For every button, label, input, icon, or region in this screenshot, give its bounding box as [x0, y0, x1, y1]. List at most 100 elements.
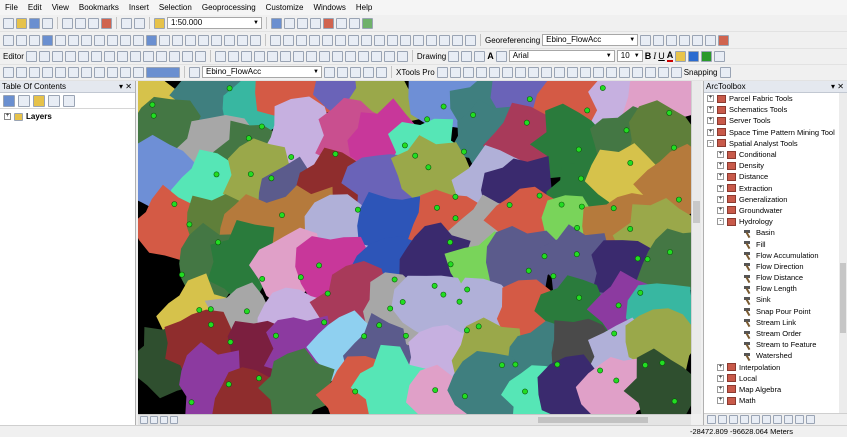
find-route-icon[interactable]: [211, 34, 222, 46]
draw-tool-icon[interactable]: [279, 50, 291, 62]
rectangle-icon[interactable]: [474, 50, 486, 62]
xtools-tool-icon[interactable]: [514, 66, 526, 78]
expand-icon[interactable]: +: [707, 117, 714, 125]
layout-tool-icon[interactable]: [133, 66, 144, 78]
xtools-tool-icon[interactable]: [488, 66, 500, 78]
layers-node[interactable]: + Layers: [0, 109, 135, 121]
scrollbar-thumb[interactable]: [840, 263, 846, 333]
georef-layer-combo[interactable]: Ebino_FlowAcc ▼: [542, 34, 639, 46]
toc-options-icon[interactable]: [63, 94, 75, 107]
georef-shift-icon[interactable]: [653, 34, 665, 46]
georef-tool-icon[interactable]: [465, 34, 476, 46]
layer-tool-icon[interactable]: [324, 66, 335, 78]
toolbox-tool-item[interactable]: Flow Direction: [704, 261, 847, 272]
georef-tool-icon[interactable]: [439, 34, 450, 46]
print-icon[interactable]: [42, 17, 53, 29]
back-extent-icon[interactable]: [81, 34, 92, 46]
xtools-tool-icon[interactable]: [475, 66, 487, 78]
python-icon[interactable]: [336, 17, 347, 29]
georef-tool-icon[interactable]: [283, 34, 294, 46]
paste-icon[interactable]: [88, 17, 99, 29]
sketch-properties-icon[interactable]: [181, 50, 193, 62]
toolbox-scrollbar[interactable]: [839, 93, 847, 413]
georef-tool-icon[interactable]: [322, 34, 333, 46]
marker-color-icon[interactable]: [701, 50, 713, 62]
font-color-button[interactable]: A: [666, 50, 674, 62]
list-by-drawing-order-icon[interactable]: [3, 94, 15, 107]
rotate-element-icon[interactable]: [461, 50, 473, 62]
expand-icon[interactable]: +: [717, 206, 724, 214]
toolbox-node[interactable]: + Parcel Fabric Tools: [704, 93, 847, 104]
edit-text-icon[interactable]: [495, 50, 507, 62]
map-vertical-scrollbar[interactable]: [691, 81, 701, 414]
layout-tool-icon[interactable]: [120, 66, 131, 78]
georef-table-icon[interactable]: [692, 34, 704, 46]
toolbox-node[interactable]: + Math: [704, 395, 847, 406]
editor-menu[interactable]: Editor: [3, 52, 24, 61]
xtools-tool-icon[interactable]: [527, 66, 539, 78]
toolbox-tool-item[interactable]: Stream Order: [704, 328, 847, 339]
expand-icon[interactable]: +: [4, 113, 11, 120]
toolbox-node[interactable]: + Local: [704, 373, 847, 384]
dock-tab-icon[interactable]: [751, 415, 760, 424]
toolbox-node[interactable]: + Map Algebra: [704, 384, 847, 395]
toolbox-tool-item[interactable]: Flow Distance: [704, 272, 847, 283]
scrollbar-thumb[interactable]: [693, 201, 700, 223]
color-swatch-icon[interactable]: [146, 66, 180, 78]
georef-rotate-icon[interactable]: [640, 34, 652, 46]
xtools-tool-icon[interactable]: [566, 66, 578, 78]
layer-tool-icon[interactable]: [337, 66, 348, 78]
draw-text-button[interactable]: A: [487, 51, 494, 61]
time-slider-icon[interactable]: [237, 34, 248, 46]
draw-tool-icon[interactable]: [396, 50, 408, 62]
xtools-tool-icon[interactable]: [553, 66, 565, 78]
xtools-tool-icon[interactable]: [644, 66, 656, 78]
list-by-visibility-icon[interactable]: [33, 94, 45, 107]
georef-tool-icon[interactable]: [452, 34, 463, 46]
edit-vertices-icon[interactable]: [103, 50, 115, 62]
add-data-icon[interactable]: [154, 17, 165, 29]
point-icon[interactable]: [90, 50, 102, 62]
expand-icon[interactable]: +: [717, 162, 724, 170]
edit-annotation-icon[interactable]: [38, 50, 50, 62]
scrollbar-thumb[interactable]: [538, 417, 648, 423]
xtools-tool-icon[interactable]: [631, 66, 643, 78]
zoom-out-icon[interactable]: [16, 34, 27, 46]
expand-icon[interactable]: +: [717, 397, 724, 405]
pause-drawing-icon[interactable]: [170, 416, 178, 424]
font-size-combo[interactable]: 10 ▼: [616, 50, 643, 62]
georef-tool-icon[interactable]: [400, 34, 411, 46]
forward-extent-icon[interactable]: [94, 34, 105, 46]
toolbox-node[interactable]: - Hydrology: [704, 216, 847, 227]
expand-icon[interactable]: +: [717, 195, 724, 203]
redo-icon[interactable]: [134, 17, 145, 29]
panel-controls[interactable]: ▾ ✕: [119, 81, 132, 93]
georeferencing-menu[interactable]: Georeferencing: [485, 36, 540, 45]
model-builder-icon[interactable]: [349, 17, 360, 29]
map-horizontal-scrollbar[interactable]: [138, 414, 691, 425]
expand-icon[interactable]: +: [717, 363, 724, 371]
xtools-tool-icon[interactable]: [605, 66, 617, 78]
snapping-menu[interactable]: Snapping: [684, 68, 718, 77]
georef-tool-icon[interactable]: [387, 34, 398, 46]
toolbox-node[interactable]: + Density: [704, 160, 847, 171]
create-features-icon[interactable]: [194, 50, 206, 62]
shadow-color-icon[interactable]: [714, 50, 726, 62]
toolbox-tool-item[interactable]: Stream Link: [704, 317, 847, 328]
collapse-icon[interactable]: -: [707, 139, 714, 147]
catalog-icon[interactable]: [297, 17, 308, 29]
clear-selection-icon[interactable]: [120, 34, 131, 46]
panel-controls[interactable]: ▾ ✕: [831, 81, 844, 93]
georef-viewer-icon[interactable]: [705, 34, 717, 46]
layout-tool-icon[interactable]: [29, 66, 40, 78]
dock-tab-icon[interactable]: [795, 415, 804, 424]
menu-windows[interactable]: Windows: [313, 3, 345, 12]
draw-tool-icon[interactable]: [344, 50, 356, 62]
draw-tool-icon[interactable]: [383, 50, 395, 62]
expand-icon[interactable]: +: [717, 374, 724, 382]
hyperlink-icon[interactable]: [159, 34, 170, 46]
straight-segment-icon[interactable]: [51, 50, 63, 62]
arctoolbox-icon[interactable]: [323, 17, 334, 29]
snap-point-icon[interactable]: [719, 66, 731, 78]
line-color-icon[interactable]: [688, 50, 700, 62]
